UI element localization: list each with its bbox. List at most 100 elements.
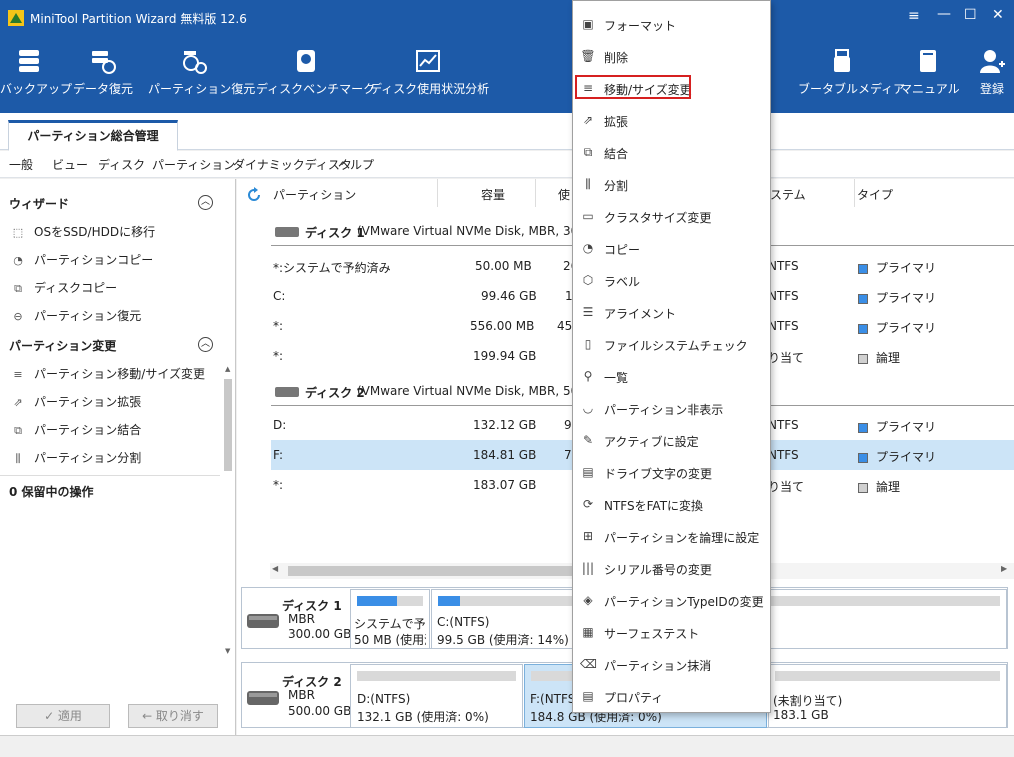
menu-dynamic-disk[interactable]: ダイナミックディスク [233,156,352,173]
collapse-wizard-icon[interactable]: ︿ [198,195,213,210]
partition-label: (未割り当て) [773,694,843,708]
collapse-change-icon[interactable]: ︿ [198,337,213,352]
column-capacity[interactable]: 容量 [481,186,505,203]
context-menu-item-type-id[interactable]: ◈ パーティションTypeIDの変更 [573,584,770,616]
sidebar-item-partition-copy[interactable]: ◔ パーティションコピー [10,251,153,271]
toolbar-bootable-media-button[interactable]: ブータブルメディア [798,36,905,113]
toolbar-label: ディスクベンチマーク [256,82,376,96]
column-filesystem[interactable]: ステム [770,186,806,203]
context-menu-label: パーティションTypeIDの変更 [604,595,764,609]
migrate-icon: ⬚ [12,225,24,239]
sidebar-item-merge[interactable]: ⧉ パーティション結合 [10,421,141,441]
context-menu-item-copy[interactable]: ◔ コピー [573,232,770,264]
scroll-up-icon[interactable]: ▲ [225,365,230,373]
context-menu-item-label[interactable]: ⬡ ラベル [573,264,770,296]
context-menu-label: クラスタサイズ変更 [604,211,712,225]
toolbar-partition-recovery-button[interactable]: パーティション復元 [148,36,255,113]
backup-icon [19,50,39,72]
tab-partition-management[interactable]: パーティション総合管理 [8,120,178,151]
context-menu-item-drive-letter[interactable]: ▤ ドライブ文字の変更 [573,456,770,488]
disk-map-partition[interactable]: (未割り当て) 183.1 GB [768,664,1007,728]
surface-test-icon: ▦ [582,625,594,639]
disk-map-partition[interactable]: システムで予約 50 MB (使用済 [350,589,430,649]
disk-icon [247,614,279,628]
split-icon: ⫼ [15,451,21,465]
status-bar [0,735,1014,757]
usage-fill [438,596,461,606]
context-menu-item-align[interactable]: ☰ アライメント [573,296,770,328]
column-partition[interactable]: パーティション [273,186,356,203]
maximize-icon[interactable]: ☐ [964,7,977,23]
cluster-size-icon: ▭ [582,209,594,223]
toolbar-manual-button[interactable]: マニュアル [900,36,960,113]
sidebar-item-partition-recovery[interactable]: ⊖ パーティション復元 [10,307,141,327]
toolbar-label: ディスク使用状況分析 [370,82,490,96]
toolbar-backup-button[interactable]: バックアップ [0,36,72,113]
context-menu-item-split[interactable]: ⫼ 分割 [573,168,770,200]
scroll-thumb[interactable] [224,379,232,471]
primary-swatch [858,293,868,304]
disk-name: ディスク 1 [305,226,365,240]
window-title: MiniTool Partition Wizard 無料版 12.6 [30,12,247,26]
context-menu-label: ドライブ文字の変更 [604,467,713,481]
context-menu-item-set-logical[interactable]: ⊞ パーティションを論理に設定 [573,520,770,552]
context-menu-item-properties[interactable]: ▤ プロパティ [573,680,770,712]
menu-help[interactable]: ヘルプ [338,156,374,173]
toolbar-disk-benchmark-button[interactable]: ディスクベンチマーク [256,36,375,113]
drive-letter-icon: ▤ [582,465,594,479]
context-menu-item-convert[interactable]: ⟳ NTFSをFATに変換 [573,488,770,520]
partition-label: システムで予約 [354,617,426,631]
toolbar-register-button[interactable]: 登録 [970,36,1014,113]
toolbar-data-recovery-button[interactable]: データ復元 [72,36,134,113]
menu-view[interactable]: ビュー [52,156,88,173]
context-menu-item-fs-check[interactable]: ▯ ファイルシステムチェック [573,328,770,360]
context-menu-item-explore[interactable]: ⚲ 一覧 [573,360,770,392]
extend-icon: ⇗ [13,395,23,409]
refresh-icon[interactable] [246,187,262,203]
scroll-down-icon[interactable]: ▼ [225,647,230,655]
column-type[interactable]: タイプ [857,186,893,203]
menu-disk[interactable]: ディスク [98,156,145,173]
sidebar-item-move-resize[interactable]: ≡ パーティション移動/サイズ変更 [10,365,205,385]
partition-info: 132.1 GB (使用済: 0%) [357,710,489,724]
sidebar-item-disk-copy[interactable]: ⧉ ディスクコピー [10,279,117,299]
partition-recovery-icon [183,51,207,74]
context-menu-item-set-active[interactable]: ✎ アクティブに設定 [573,424,770,456]
sidebar-scrollbar[interactable]: ▲ ▼ [222,365,234,655]
sidebar-item-migrate-os[interactable]: ⬚ OSをSSD/HDDに移行 [10,223,155,243]
minimize-icon[interactable]: — [937,6,951,22]
disk-map-partition[interactable]: D:(NTFS) 132.1 GB (使用済: 0%) [350,664,523,728]
context-menu-item-hide[interactable]: ◡ パーティション非表示 [573,392,770,424]
context-menu-item-wipe[interactable]: ⌫ パーティション抹消 [573,648,770,680]
disk-map-type: MBR [288,612,315,626]
primary-swatch [858,323,868,334]
logical-swatch [858,482,868,493]
sidebar-item-label: パーティション結合 [34,423,142,437]
context-menu-item-extend[interactable]: ⇗ 拡張 [573,104,770,136]
scroll-left-icon[interactable]: ◀ [272,564,278,573]
sidebar-item-extend[interactable]: ⇗ パーティション拡張 [10,393,141,413]
apply-button[interactable]: ✓ 適用 [16,704,110,728]
partition-copy-icon: ◔ [13,253,23,267]
column-used[interactable]: 使 [558,186,570,203]
context-menu-item-format[interactable]: ▣ フォーマット [573,8,770,40]
menu-partition[interactable]: パーティション [152,156,235,173]
menu-general[interactable]: 一般 [9,156,33,173]
close-icon[interactable]: ✕ [992,7,1004,23]
context-menu-item-surface-test[interactable]: ▦ サーフェステスト [573,616,770,648]
context-menu-item-delete[interactable]: 🗑 削除 [573,40,770,72]
undo-button[interactable]: ← 取り消す [128,704,218,728]
menu-icon[interactable]: ≡ [908,8,920,24]
partition-capacity: 99.46 GB [481,289,537,303]
toolbar-space-analyzer-button[interactable]: ディスク使用状況分析 [370,36,490,113]
partition-filesystem: NTFS [768,289,799,303]
context-menu-item-cluster-size[interactable]: ▭ クラスタサイズ変更 [573,200,770,232]
scroll-thumb[interactable] [288,566,578,576]
scroll-right-icon[interactable]: ▶ [1001,564,1007,573]
context-menu-label: アクティブに設定 [604,435,699,449]
context-menu-item-serial[interactable]: ||| シリアル番号の変更 [573,552,770,584]
toolbar-label: 登録 [979,82,1004,96]
context-menu-item-merge[interactable]: ⧉ 結合 [573,136,770,168]
partition-filesystem: NTFS [768,448,799,462]
sidebar-item-split[interactable]: ⫼ パーティション分割 [10,449,141,469]
